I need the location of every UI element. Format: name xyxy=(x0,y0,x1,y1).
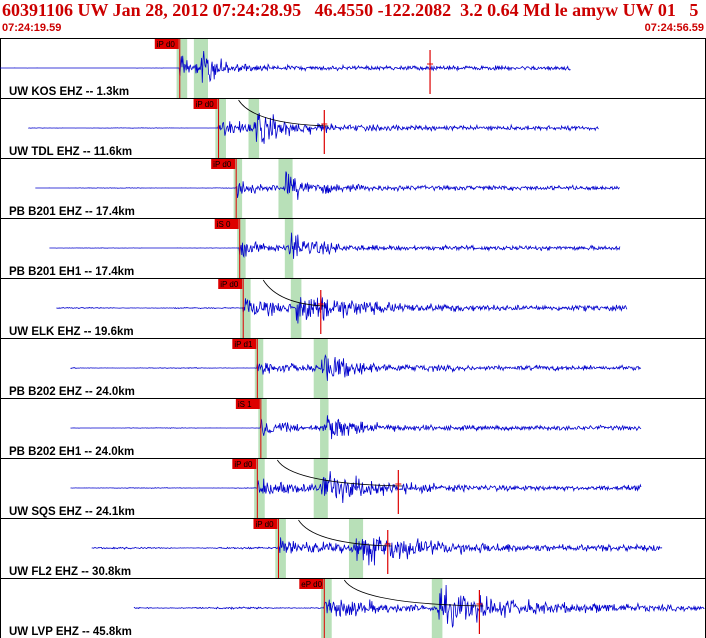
trace-panel[interactable]: iP d0 UW SQS EHZ -- 24.1km xyxy=(0,458,706,519)
station-label: PB B201 EHZ -- 17.4km xyxy=(9,206,135,218)
trace-panel[interactable]: iP d0 UW TDL EHZ -- 11.6km xyxy=(0,98,706,159)
station-label: PB B201 EH1 -- 17.4km xyxy=(9,266,134,278)
pick-label: iP d1 xyxy=(234,340,253,349)
waveform xyxy=(49,232,621,259)
station-label: PB B202 EHZ -- 24.0km xyxy=(9,386,135,398)
waveform xyxy=(56,295,628,324)
coda-curve xyxy=(276,459,403,487)
station-label: UW KOS EHZ -- 1.3km xyxy=(9,86,129,98)
waveform xyxy=(0,50,571,83)
waveform xyxy=(70,415,642,440)
station-label: PB B202 EH1 -- 24.0km xyxy=(9,446,134,458)
pick-label: eP d0 xyxy=(301,580,322,589)
waveform xyxy=(35,171,620,200)
trace-panel[interactable]: iP d0 PB B201 EHZ -- 17.4km xyxy=(0,158,706,219)
trace-panel[interactable]: iP d0 UW ELK EHZ -- 19.6km xyxy=(0,278,706,339)
pick-label: iP d0 xyxy=(220,280,239,289)
seismogram-canvas[interactable]: iP d0 UW KOS EHZ -- 1.3km iP d0 UW TDL EHZ … xyxy=(0,38,706,638)
trace-panel[interactable]: iP d0 UW KOS EHZ -- 1.3km xyxy=(0,38,706,99)
trace-panel[interactable]: iP d0 UW FL2 EHZ -- 30.8km xyxy=(0,518,706,579)
station-label: UW ELK EHZ -- 19.6km xyxy=(9,326,134,338)
pick-label: iS 0 xyxy=(217,220,231,229)
trace-panel[interactable]: eP d0 UW LVP EHZ -- 45.8km xyxy=(0,578,706,638)
start-time-label: 07:24:19.59 xyxy=(2,22,62,34)
s-window xyxy=(278,159,293,218)
waveform xyxy=(133,584,705,629)
waveform xyxy=(28,112,599,144)
waveform xyxy=(70,354,642,381)
trace-panel[interactable]: iS 0 PB B201 EH1 -- 17.4km xyxy=(0,218,706,279)
s-window xyxy=(320,399,329,458)
waveform xyxy=(91,536,663,566)
waveform xyxy=(70,471,642,504)
pick-label: iP d0 xyxy=(234,460,253,469)
pick-label: iP d0 xyxy=(255,520,274,529)
pick-label: iS 1 xyxy=(238,400,252,409)
pick-label: iP d0 xyxy=(213,160,232,169)
station-label: UW FL2 EHZ -- 30.8km xyxy=(9,566,131,578)
station-label: UW LVP EHZ -- 45.8km xyxy=(9,626,132,638)
trace-panel[interactable]: iS 1 PB B202 EH1 -- 24.0km xyxy=(0,398,706,459)
seismogram-plot[interactable]: iP d0 UW KOS EHZ -- 1.3km iP d0 UW TDL EHZ … xyxy=(0,38,706,638)
station-label: UW TDL EHZ -- 11.6km xyxy=(9,146,132,158)
pick-label: iP d0 xyxy=(196,100,215,109)
trace-panel[interactable]: iP d1 PB B202 EHZ -- 24.0km xyxy=(0,338,706,399)
pick-label: iP d0 xyxy=(157,40,176,49)
end-time-label: 07:24:56.59 xyxy=(644,22,704,34)
event-title: 60391106 UW Jan 28, 2012 07:24:28.95 46.… xyxy=(2,0,699,20)
station-label: UW SQS EHZ -- 24.1km xyxy=(9,506,135,518)
record-header: 60391106 UW Jan 28, 2012 07:24:28.95 46.… xyxy=(0,0,706,40)
